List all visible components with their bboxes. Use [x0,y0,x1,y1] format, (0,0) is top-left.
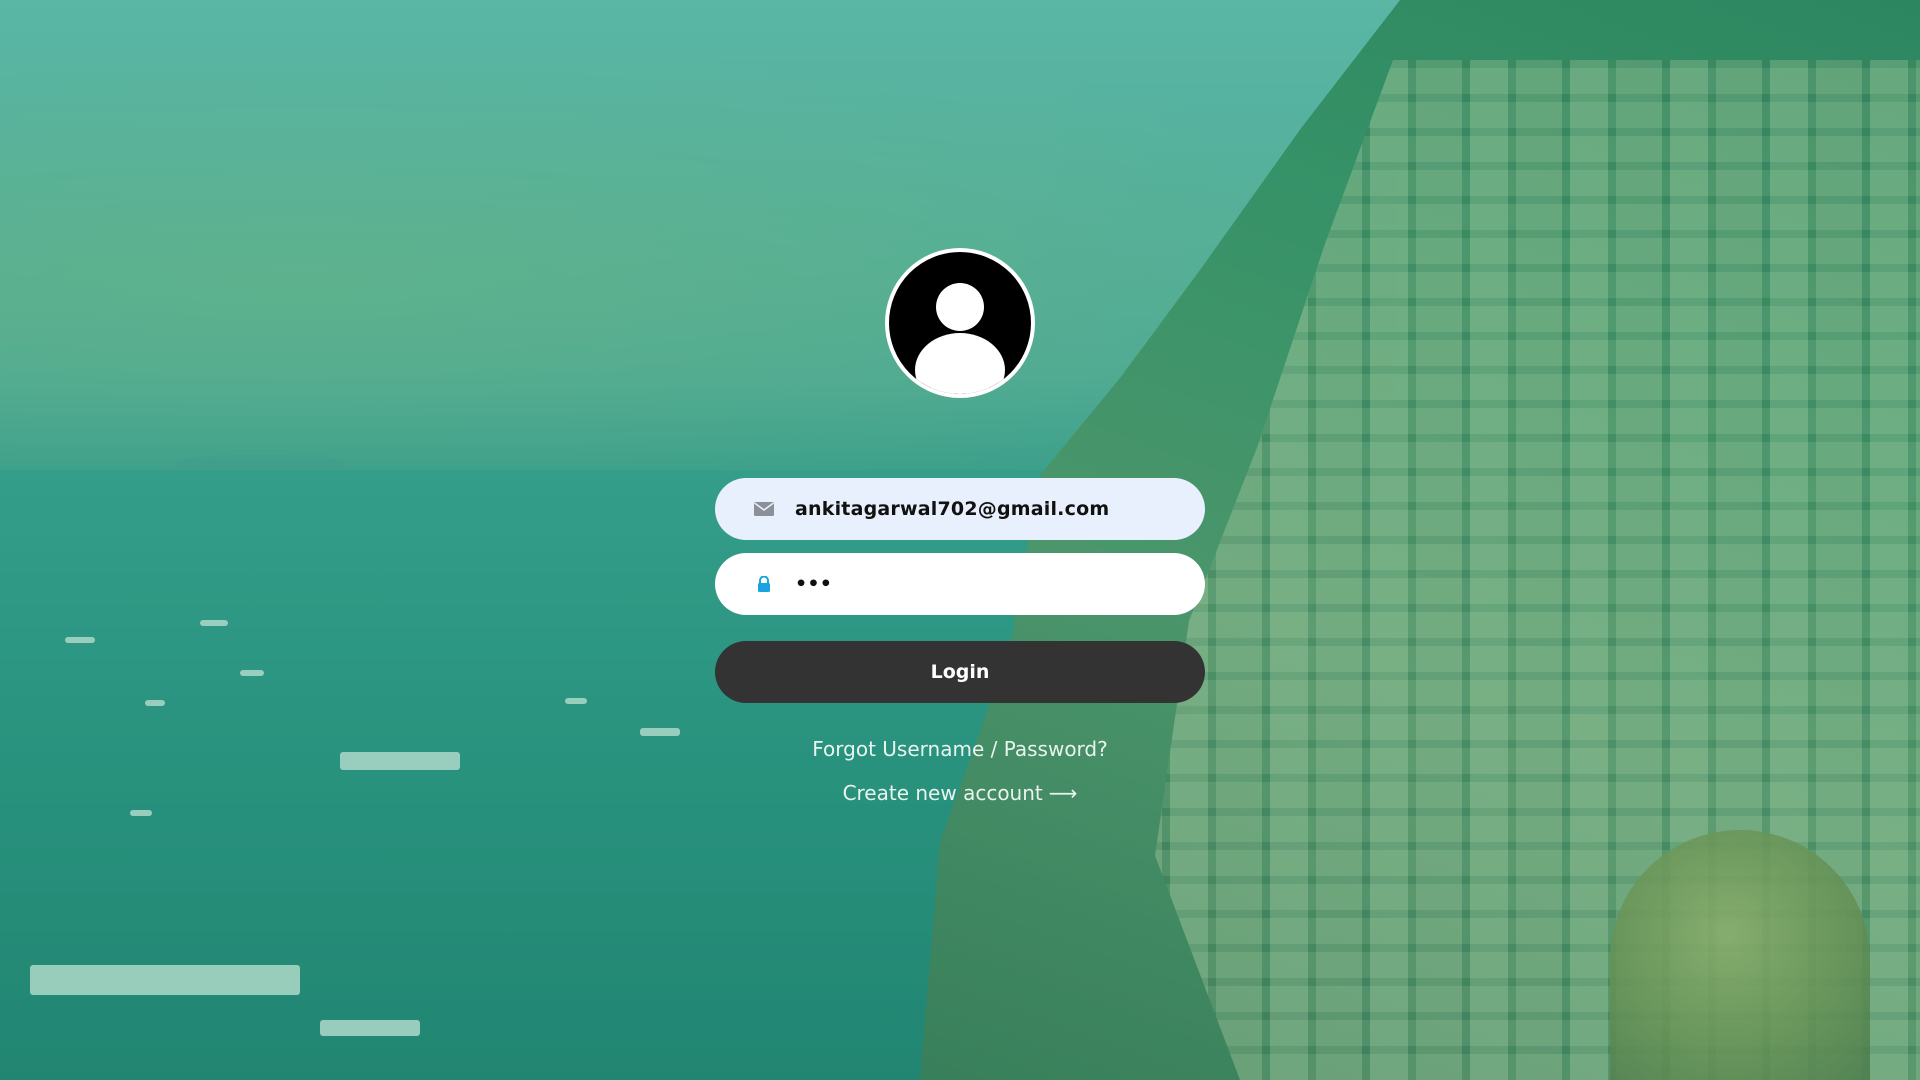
password-field[interactable] [715,553,1205,615]
create-account-label: Create new account [842,781,1043,805]
password-input[interactable] [793,572,1177,596]
forgot-password-link[interactable]: Forgot Username / Password? [812,737,1107,761]
email-field[interactable] [715,478,1205,540]
user-avatar-icon [885,248,1035,398]
login-form: Login Forgot Username / Password? Create… [715,248,1205,805]
envelope-icon [753,498,775,520]
email-input[interactable] [793,497,1177,521]
lock-icon [753,573,775,595]
login-button[interactable]: Login [715,641,1205,703]
create-account-link[interactable]: Create new account ⟶ [843,781,1078,805]
arrow-right-icon: ⟶ [1048,781,1078,805]
